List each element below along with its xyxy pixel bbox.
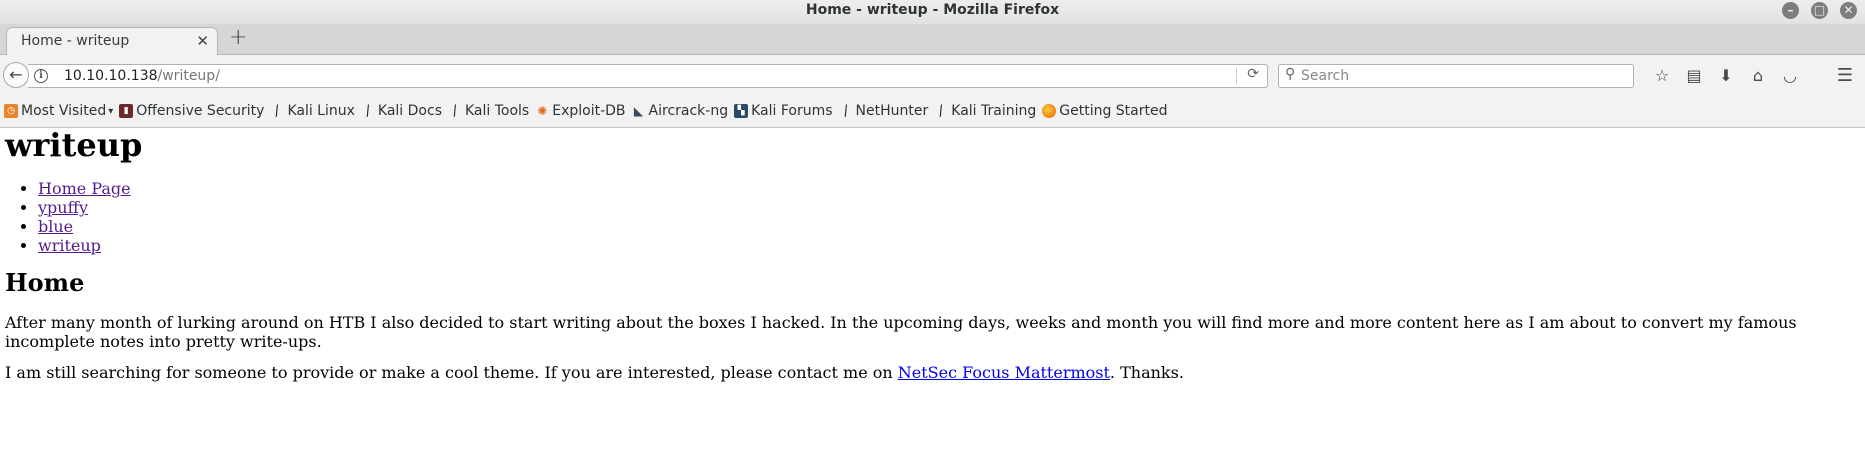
home-icon[interactable]: ⌂ xyxy=(1742,64,1774,88)
tab-home-writeup[interactable]: Home - writeup ✕ xyxy=(6,27,218,56)
tab-strip: Home - writeup ✕ + xyxy=(0,24,1865,56)
bookmark-label: Kali Training xyxy=(951,103,1037,119)
search-bar[interactable]: ⚲ Search xyxy=(1278,64,1634,88)
theme-paragraph-end: . Thanks. xyxy=(1109,363,1184,383)
url-separator xyxy=(1236,68,1237,84)
url-text[interactable]: 10.10.10.138/writeup/ xyxy=(64,68,220,84)
page-content: writeup Home Page ypuffy blue writeup Ho… xyxy=(5,126,1860,382)
page-heading: Home xyxy=(5,268,85,298)
kali-icon: ⟋ xyxy=(933,102,949,120)
download-icon[interactable]: ⬇ xyxy=(1710,64,1742,88)
list-item: ypuffy xyxy=(38,198,1860,217)
bookmark-kali-tools[interactable]: ⟋ Kali Tools xyxy=(447,102,530,120)
bookmark-label: Kali Docs xyxy=(377,103,442,119)
bookmarks-toolbar: ◷ Most Visited ▾ ▮ Offensive Security ⟋ … xyxy=(0,95,1865,128)
nav-link-home-page[interactable]: Home Page xyxy=(38,179,131,198)
bookmark-label: Getting Started xyxy=(1059,103,1168,119)
nav-link-blue[interactable]: blue xyxy=(38,217,73,236)
search-placeholder: Search xyxy=(1301,68,1350,84)
bookmark-label: Aircrack-ng xyxy=(648,103,729,119)
reading-list-icon[interactable]: ▤ xyxy=(1678,64,1710,88)
back-arrow-icon: ← xyxy=(9,65,23,84)
chevron-down-icon: ▾ xyxy=(108,105,114,117)
reload-icon[interactable]: ⟳ xyxy=(1247,66,1259,82)
bookmark-kali-training[interactable]: ⟋ Kali Training xyxy=(934,103,1036,119)
close-window-icon[interactable]: ✕ xyxy=(1840,2,1857,19)
list-item: writeup xyxy=(38,236,1860,255)
bookmark-kali-docs[interactable]: ⟋ Kali Docs xyxy=(360,102,442,120)
theme-paragraph: I am still searching for someone to prov… xyxy=(5,363,1860,382)
nav-link-ypuffy[interactable]: ypuffy xyxy=(38,198,88,217)
mattermost-link[interactable]: NetSec Focus Mattermost xyxy=(898,363,1110,382)
star-icon[interactable]: ☆ xyxy=(1646,64,1678,88)
bookmark-label: Kali Linux xyxy=(287,103,355,119)
bookmark-kali-linux[interactable]: ⟋ Kali Linux xyxy=(269,102,355,120)
aircrack-icon: ◣ xyxy=(633,104,644,118)
kali-forums-icon: ▚ xyxy=(734,104,749,118)
firefox-icon xyxy=(1042,104,1057,118)
exploit-db-icon: ✺ xyxy=(537,104,548,118)
kali-icon: ⟋ xyxy=(269,102,285,120)
list-item: Home Page xyxy=(38,179,1860,198)
bookmark-nethunter[interactable]: ⟋ NetHunter xyxy=(838,102,929,120)
bookmark-label: Kali Forums xyxy=(751,103,833,119)
url-host: 10.10.10.138 xyxy=(64,68,158,84)
toolbar-icons: ☆ ▤ ⬇ ⌂ ◡ xyxy=(1646,64,1806,88)
window-title: Home - writeup - Mozilla Firefox xyxy=(805,2,1060,18)
bookmark-exploit-db[interactable]: ✺ Exploit-DB xyxy=(535,103,625,119)
kali-icon: ⟋ xyxy=(838,102,854,120)
site-info-icon[interactable]: i xyxy=(34,69,48,83)
list-item: blue xyxy=(38,217,1860,236)
nav-link-writeup[interactable]: writeup xyxy=(38,236,101,255)
bookmark-label: Offensive Security xyxy=(136,103,265,119)
url-path: /writeup/ xyxy=(157,68,220,84)
search-icon: ⚲ xyxy=(1285,66,1296,82)
bookmark-getting-started[interactable]: Getting Started xyxy=(1042,103,1168,119)
theme-paragraph-text: I am still searching for someone to prov… xyxy=(5,363,898,383)
bookmark-label: Most Visited xyxy=(21,103,107,119)
bookmark-label: Exploit-DB xyxy=(552,103,626,119)
menu-icon[interactable]: ☰ xyxy=(1831,64,1859,88)
bookmark-aircrack-ng[interactable]: ◣ Aircrack-ng xyxy=(632,103,729,119)
tab-close-icon[interactable]: ✕ xyxy=(196,32,209,50)
tab-title: Home - writeup xyxy=(21,33,130,49)
back-button[interactable]: ← xyxy=(3,62,29,88)
bookmark-offensive-security[interactable]: ▮ Offensive Security xyxy=(119,103,264,119)
minimize-icon[interactable]: – xyxy=(1782,2,1799,19)
intro-paragraph: After many month of lurking around on HT… xyxy=(5,313,1797,352)
kali-icon: ⟋ xyxy=(447,102,463,120)
bookmark-label: Kali Tools xyxy=(465,103,530,119)
new-tab-button[interactable]: + xyxy=(229,25,247,50)
offsec-icon: ▮ xyxy=(119,104,134,118)
bookmark-label: NetHunter xyxy=(855,103,929,119)
bookmark-most-visited[interactable]: ◷ Most Visited ▾ xyxy=(4,103,113,119)
window-controls: – □ ✕ xyxy=(1782,2,1857,19)
window-titlebar: Home - writeup - Mozilla Firefox – □ ✕ xyxy=(0,0,1865,24)
site-nav-list: Home Page ypuffy blue writeup xyxy=(5,179,1860,255)
kali-icon: ⟋ xyxy=(360,102,376,120)
bookmark-kali-forums[interactable]: ▚ Kali Forums xyxy=(734,103,833,119)
most-visited-icon: ◷ xyxy=(4,104,18,118)
pocket-icon[interactable]: ◡ xyxy=(1774,64,1806,88)
site-title: writeup xyxy=(5,126,143,164)
url-bar[interactable]: i 10.10.10.138/writeup/ ⟳ xyxy=(28,64,1268,88)
maximize-icon[interactable]: □ xyxy=(1811,2,1828,19)
navigation-toolbar: i 10.10.10.138/writeup/ ⟳ ← ⚲ Search ☆ ▤… xyxy=(0,55,1865,95)
